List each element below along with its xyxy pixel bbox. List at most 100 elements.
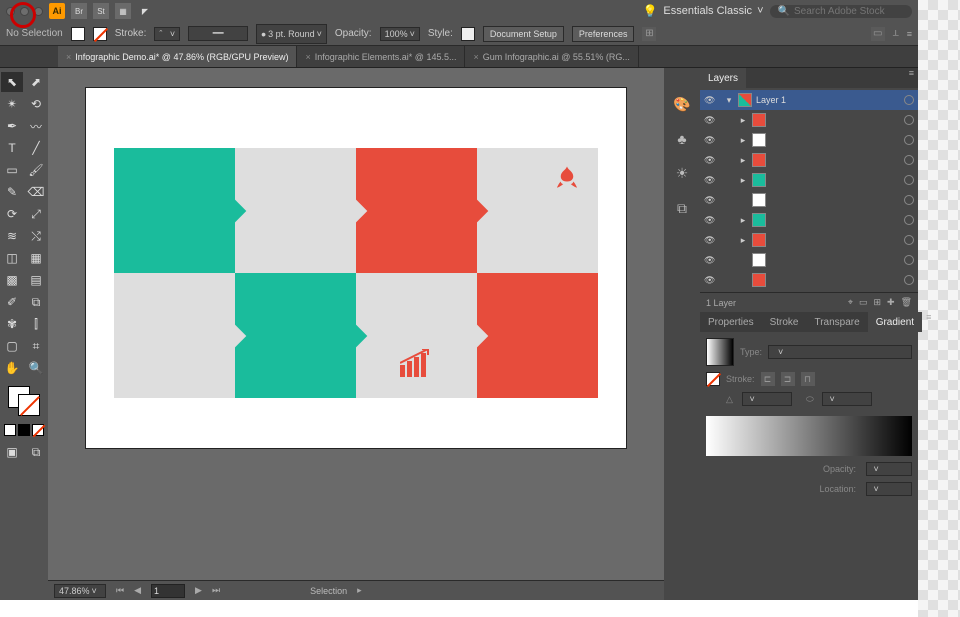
- bridge-icon[interactable]: Br: [71, 3, 87, 19]
- layer-row[interactable]: 👁▸: [700, 150, 918, 170]
- visibility-icon[interactable]: 👁: [704, 275, 716, 286]
- tab-gradient[interactable]: Gradient: [868, 312, 922, 332]
- pen-tool[interactable]: ✒: [1, 116, 23, 136]
- stroke-in-icon[interactable]: ⊏: [761, 372, 775, 386]
- paintbrush-tool[interactable]: 🖌: [25, 160, 47, 180]
- layer-row[interactable]: 👁▸: [700, 170, 918, 190]
- stroke-weight[interactable]: ˆ ˅: [154, 27, 180, 41]
- layer-row[interactable]: 👁▸: [700, 210, 918, 230]
- selection-tool[interactable]: ⬉: [1, 72, 23, 92]
- tab-transparency[interactable]: Transpare: [806, 312, 867, 332]
- minimize-dot[interactable]: [20, 7, 29, 16]
- layer-name[interactable]: Layer 1: [756, 95, 900, 105]
- fill-stroke-control[interactable]: [0, 386, 48, 416]
- slice-tool[interactable]: ⌗: [25, 336, 47, 356]
- target-icon[interactable]: [904, 255, 914, 265]
- hand-tool[interactable]: ✋: [1, 358, 23, 378]
- visibility-icon[interactable]: 👁: [704, 215, 716, 226]
- layer-row[interactable]: 👁: [700, 270, 918, 290]
- blend-tool[interactable]: ⧉: [25, 292, 47, 312]
- brushes-panel-icon[interactable]: ☀: [676, 165, 689, 182]
- visibility-icon[interactable]: 👁: [704, 95, 716, 106]
- info-caret-icon[interactable]: ▸: [357, 585, 362, 596]
- shape-builder-tool[interactable]: ◫: [1, 248, 23, 268]
- artboard[interactable]: [86, 88, 626, 448]
- pencil-tool[interactable]: ✎: [1, 182, 23, 202]
- style-swatch[interactable]: [461, 27, 475, 41]
- layers-list[interactable]: 👁▾Layer 1👁▸👁▸👁▸👁▸👁 👁▸👁▸👁 👁: [700, 88, 918, 292]
- expand-icon[interactable]: ▾: [724, 95, 734, 106]
- expand-icon[interactable]: ▸: [738, 175, 748, 186]
- opacity-value[interactable]: 100% ˅: [380, 27, 420, 41]
- nav-first-icon[interactable]: ⏮: [116, 585, 124, 596]
- nav-next-icon[interactable]: ▶: [195, 585, 202, 596]
- lasso-tool[interactable]: ⟲: [25, 94, 47, 114]
- target-icon[interactable]: [904, 235, 914, 245]
- document-tab[interactable]: ×Gum Infographic.ai @ 55.51% (RG...: [465, 46, 638, 67]
- grad-opacity[interactable]: ˅: [866, 462, 912, 476]
- zoom-dot[interactable]: [34, 7, 43, 16]
- document-setup-button[interactable]: Document Setup: [483, 26, 564, 42]
- symbols-panel-icon[interactable]: ⧉: [677, 200, 687, 217]
- fill-swatch[interactable]: [71, 27, 85, 41]
- eraser-tool[interactable]: ⌫: [25, 182, 47, 202]
- new-layer-icon[interactable]: ✚: [887, 297, 895, 308]
- preferences-button[interactable]: Preferences: [572, 26, 635, 42]
- stroke-across-icon[interactable]: ⊓: [801, 372, 815, 386]
- grad-ratio[interactable]: ˅: [822, 392, 872, 406]
- grad-panel-menu-icon[interactable]: ≡: [922, 312, 935, 332]
- brush-def[interactable]: • 3 pt. Round ˅: [256, 24, 327, 44]
- document-tab[interactable]: ×Infographic Elements.ai* @ 145.5...: [297, 46, 465, 67]
- locate-icon[interactable]: ⌖: [848, 297, 853, 308]
- variable-width[interactable]: ━━: [188, 26, 248, 41]
- visibility-icon[interactable]: 👁: [704, 235, 716, 246]
- layer-row[interactable]: 👁▸: [700, 130, 918, 150]
- change-screen[interactable]: ⧉: [25, 442, 47, 462]
- curvature-tool[interactable]: 〰: [25, 116, 47, 136]
- gradient-mode[interactable]: [18, 424, 30, 436]
- column-graph-tool[interactable]: ⫿: [25, 314, 47, 334]
- gradient-ramp[interactable]: [706, 416, 912, 456]
- target-icon[interactable]: [904, 155, 914, 165]
- gpu-icon[interactable]: ◤: [137, 3, 153, 19]
- grad-angle[interactable]: ˅: [742, 392, 792, 406]
- width-tool[interactable]: ≋: [1, 226, 23, 246]
- line-tool[interactable]: ╱: [25, 138, 47, 158]
- arrange-icon[interactable]: ▦: [115, 3, 131, 19]
- traffic-lights[interactable]: [6, 7, 43, 16]
- stroke-swatch[interactable]: [93, 27, 107, 41]
- direct-selection-tool[interactable]: ⬈: [25, 72, 47, 92]
- gradient-tool[interactable]: ▤: [25, 270, 47, 290]
- mesh-tool[interactable]: ▩: [1, 270, 23, 290]
- close-dot[interactable]: [6, 7, 15, 16]
- expand-icon[interactable]: ▸: [738, 235, 748, 246]
- layer-row[interactable]: 👁: [700, 250, 918, 270]
- nav-prev-icon[interactable]: ◀: [134, 585, 141, 596]
- expand-icon[interactable]: ▸: [738, 115, 748, 126]
- expand-icon[interactable]: ▸: [738, 155, 748, 166]
- panel-menu-icon[interactable]: ≡: [907, 29, 912, 39]
- search-input[interactable]: [794, 6, 904, 17]
- workspace-switcher[interactable]: Essentials Classic ˅: [663, 5, 763, 17]
- grad-location[interactable]: ˅: [866, 482, 912, 496]
- scale-tool[interactable]: ⤢: [25, 204, 47, 224]
- rectangle-tool[interactable]: ▭: [1, 160, 23, 180]
- target-icon[interactable]: [904, 95, 914, 105]
- target-icon[interactable]: [904, 175, 914, 185]
- visibility-icon[interactable]: 👁: [704, 155, 716, 166]
- close-icon[interactable]: ×: [66, 52, 71, 62]
- zoom-tool[interactable]: 🔍: [25, 358, 47, 378]
- zoom-level[interactable]: 47.86% ˅: [54, 584, 106, 598]
- screen-mode[interactable]: ▣: [1, 442, 23, 462]
- layer-row[interactable]: 👁: [700, 190, 918, 210]
- expand-icon[interactable]: [738, 195, 748, 205]
- expand-icon[interactable]: ▸: [738, 215, 748, 226]
- none-mode[interactable]: [32, 424, 44, 436]
- visibility-icon[interactable]: 👁: [704, 195, 716, 206]
- close-icon[interactable]: ×: [473, 52, 478, 62]
- new-sublayer-icon[interactable]: ⊞: [873, 297, 881, 308]
- layer-row[interactable]: 👁▸: [700, 230, 918, 250]
- expand-icon[interactable]: [738, 255, 748, 265]
- stock-icon[interactable]: St: [93, 3, 109, 19]
- target-icon[interactable]: [904, 135, 914, 145]
